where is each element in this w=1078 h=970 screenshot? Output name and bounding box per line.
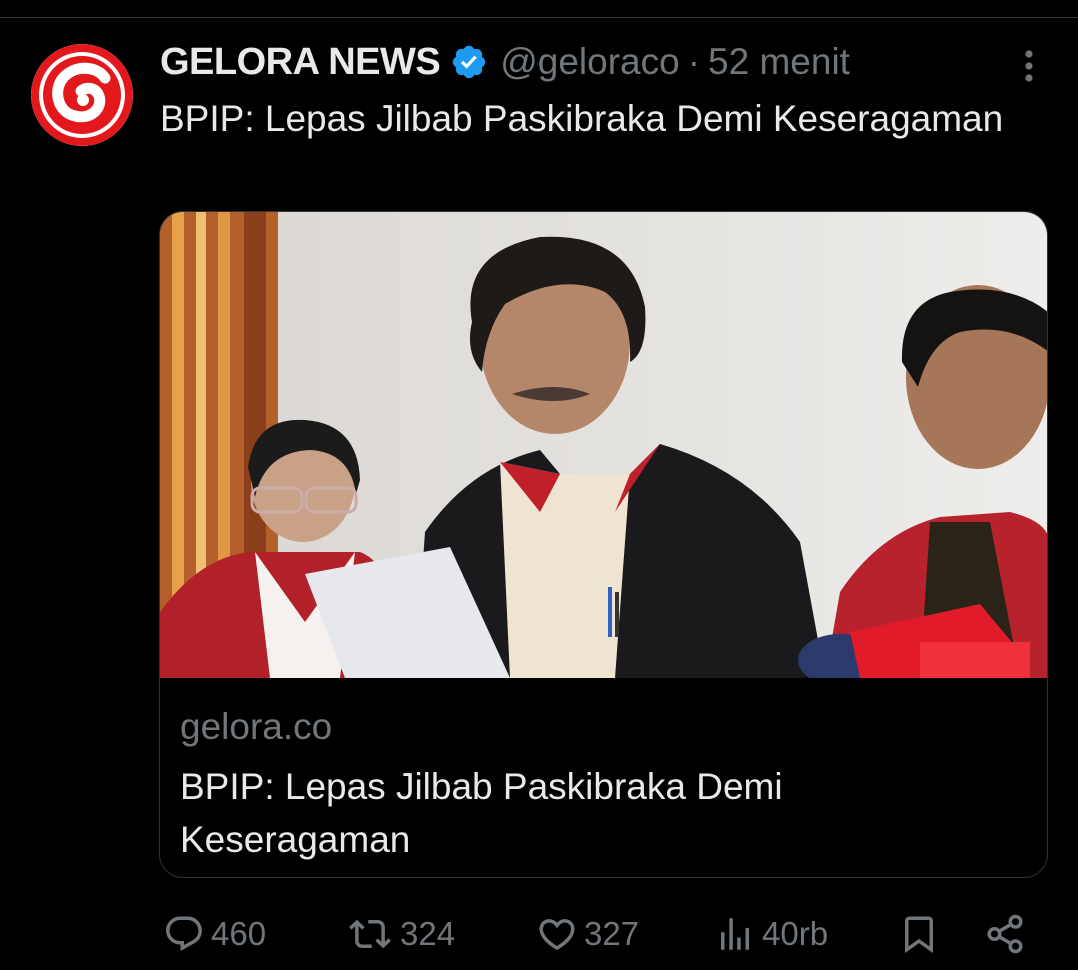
reply-count: 460 xyxy=(211,915,267,952)
more-vertical-icon[interactable] xyxy=(1016,46,1042,86)
like-count: 327 xyxy=(584,915,640,952)
card-photo[interactable] xyxy=(160,212,1048,678)
bookmark-button[interactable] xyxy=(898,906,940,962)
like-icon xyxy=(539,919,575,951)
reply-button[interactable]: 460 xyxy=(163,906,266,962)
reply-icon xyxy=(166,916,202,951)
share-icon xyxy=(987,914,1023,954)
repost-button[interactable]: 324 xyxy=(346,906,455,962)
views-button[interactable]: 40rb xyxy=(714,906,828,962)
share-button[interactable] xyxy=(984,906,1026,962)
author-name[interactable]: GELORA NEWS xyxy=(160,41,441,84)
like-button[interactable]: 327 xyxy=(536,906,639,962)
top-divider xyxy=(0,17,1078,18)
views-icon xyxy=(721,918,749,950)
tweet-text: BPIP: Lepas Jilbab Paskibraka Demi Keser… xyxy=(160,98,1004,139)
verified-badge-icon xyxy=(452,45,486,79)
bookmark-icon xyxy=(905,916,933,954)
separator-dot: · xyxy=(687,41,701,82)
timestamp[interactable]: 52 menit xyxy=(708,41,850,83)
repost-count: 324 xyxy=(400,915,456,952)
action-bar: 460 324 327 40rb xyxy=(0,906,1078,962)
views-count: 40rb xyxy=(762,915,829,952)
link-card[interactable]: gelora.co BPIP: Lepas Jilbab Paskibraka … xyxy=(159,211,1048,878)
tweet-header: GELORA NEWS @geloraco · 52 menit xyxy=(160,38,850,86)
repost-icon xyxy=(349,919,391,949)
card-domain[interactable]: gelora.co xyxy=(180,706,332,748)
card-title[interactable]: BPIP: Lepas Jilbab Paskibraka Demi Keser… xyxy=(180,760,1020,866)
gelora-logo-icon xyxy=(31,44,133,146)
author-handle[interactable]: @geloraco xyxy=(500,41,680,83)
avatar[interactable] xyxy=(31,44,133,146)
